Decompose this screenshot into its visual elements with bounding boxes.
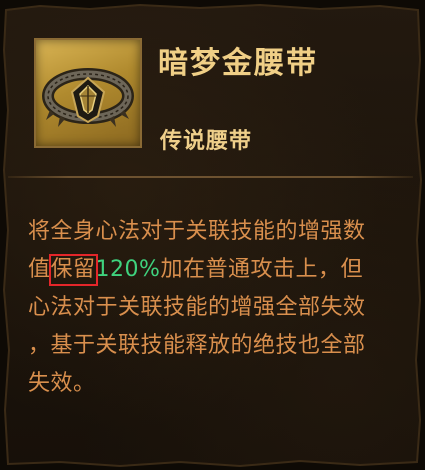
description-line-1: 将全身心法对于关联技能的增强数 bbox=[28, 219, 366, 244]
item-description: 将全身心法对于关联技能的增强数 值保留120%加在普通攻击上，但 心法对于关联技… bbox=[28, 213, 398, 403]
description-text: 值 bbox=[28, 257, 51, 282]
description-line-5: 失效。 bbox=[28, 371, 96, 396]
highlighted-keyword: 保留 bbox=[48, 254, 98, 286]
divider bbox=[8, 176, 413, 178]
bonus-value: 120% bbox=[95, 257, 161, 282]
description-line-4: ，基于关联技能释放的绝技也全部 bbox=[28, 333, 366, 358]
item-tooltip-panel: 暗梦金腰带 传说腰带 将全身心法对于关联技能的增强数 值保留120%加在普通攻击… bbox=[0, 0, 425, 470]
gold-belt-icon bbox=[42, 68, 134, 127]
description-line-3: 心法对于关联技能的增强全部失效 bbox=[28, 295, 366, 320]
item-icon-frame[interactable] bbox=[34, 38, 142, 148]
description-line-2: 值保留120%加在普通攻击上，但 bbox=[28, 251, 398, 289]
item-type: 传说腰带 bbox=[160, 129, 253, 154]
description-text: 加在普通攻击上，但 bbox=[160, 257, 363, 282]
item-name: 暗梦金腰带 bbox=[158, 46, 318, 81]
